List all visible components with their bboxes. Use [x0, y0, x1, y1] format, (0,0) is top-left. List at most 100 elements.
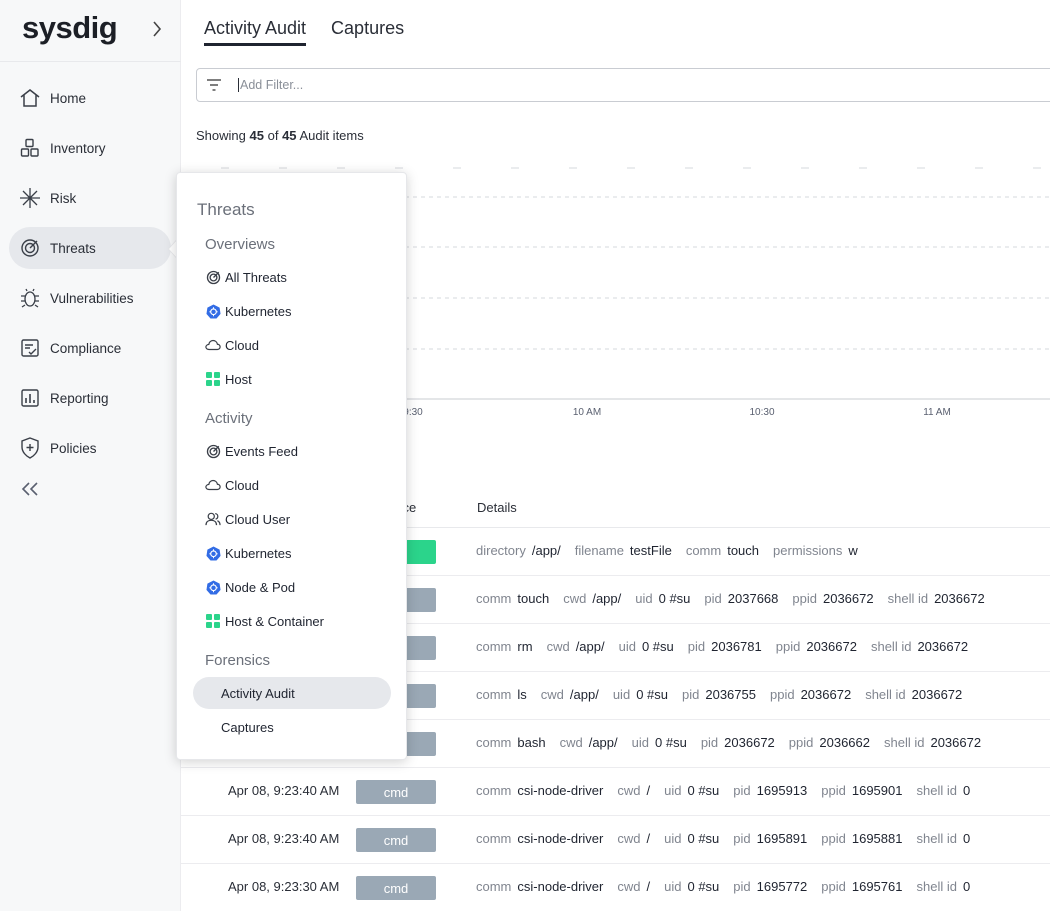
filter-input[interactable]	[238, 78, 938, 92]
detail-key: uid	[618, 639, 636, 654]
menu-item-label: Cloud User	[225, 511, 291, 527]
chart-x-tick-label: 10:30	[749, 407, 774, 418]
detail-key: cwd	[540, 687, 564, 702]
detail-key: cwd	[563, 591, 587, 606]
tab-captures[interactable]: Captures	[331, 0, 404, 46]
sidebar-item-vulnerabilities[interactable]: Vulnerabilities	[9, 277, 171, 319]
detail-value: 0 #su	[687, 879, 720, 894]
detail-value: 1695772	[756, 879, 808, 894]
detail-key: shell id	[865, 687, 906, 702]
chart-x-tick-label: 10 AM	[573, 407, 601, 418]
sidebar-item-home[interactable]: Home	[9, 77, 171, 119]
column-header-details[interactable]: Details	[477, 500, 517, 515]
row-details: comm csi-node-driver cwd / uid 0 #su pid 169589…	[476, 831, 984, 846]
sidebar-item-label: Risk	[50, 190, 77, 206]
detail-key: comm	[476, 735, 512, 750]
tab-bar: Activity Audit Captures	[204, 0, 429, 60]
host-icon	[205, 371, 221, 387]
filter-icon[interactable]	[206, 78, 224, 92]
chevron-right-icon[interactable]	[148, 19, 166, 39]
detail-value: w	[848, 543, 858, 558]
detail-value: 2036672	[911, 687, 963, 702]
sidebar-item-label: Threats	[50, 240, 96, 256]
detail-value: testFile	[629, 543, 672, 558]
detail-value: 0	[962, 783, 971, 798]
detail-key: comm	[476, 591, 512, 606]
inventory-icon	[19, 137, 41, 159]
detail-key: comm	[476, 783, 512, 798]
detail-value: 1695913	[756, 783, 808, 798]
table-row[interactable]: Apr 08, 9:23:30 AM cmd comm csi-node-driver…	[181, 864, 1050, 911]
detail-key: uid	[664, 783, 682, 798]
menu-item-node-pod[interactable]: Node & Pod	[205, 576, 295, 598]
summary-suffix: Audit items	[299, 128, 364, 143]
detail-value: csi-node-driver	[517, 879, 604, 894]
sidebar-item-reporting[interactable]: Reporting	[9, 377, 171, 419]
detail-key: ppid	[775, 639, 801, 654]
detail-value: /app/	[575, 639, 605, 654]
table-row[interactable]: Apr 08, 9:23:40 AM cmd comm csi-node-driver…	[181, 816, 1050, 864]
sidebar-item-threats[interactable]: Threats	[9, 227, 171, 269]
detail-key: shell id	[870, 639, 912, 654]
menu-item-activity-kubernetes[interactable]: Kubernetes	[205, 542, 292, 564]
threats-icon	[205, 443, 221, 459]
sidebar-item-label: Home	[50, 90, 87, 106]
detail-value: 2036672	[822, 591, 874, 606]
menu-item-activity-cloud[interactable]: Cloud	[205, 474, 259, 496]
menu-item-events-feed[interactable]: Events Feed	[205, 440, 298, 462]
menu-item-host[interactable]: Host	[205, 368, 252, 390]
detail-key: cwd	[617, 831, 641, 846]
detail-value: 2036672	[934, 591, 985, 606]
sidebar-item-compliance[interactable]: Compliance	[9, 327, 171, 369]
detail-value: 1695761	[851, 879, 903, 894]
detail-key: uid	[631, 735, 649, 750]
table-row[interactable]: Apr 08, 9:23:40 AM cmd comm csi-node-driver…	[181, 768, 1050, 816]
chart-x-tick-label: 11 AM	[923, 407, 951, 418]
detail-key: ppid	[821, 783, 846, 798]
tab-activity-audit[interactable]: Activity Audit	[204, 0, 307, 46]
sysdig-logo[interactable]: sysdig	[22, 10, 118, 46]
row-details: comm rm cwd/app/uid 0 #su pid 2036781 ppid 2036…	[476, 639, 982, 654]
sidebar-item-policies[interactable]: Policies	[9, 427, 171, 469]
detail-value: 1695901	[851, 783, 903, 798]
summary-of: of	[267, 128, 279, 143]
detail-value: 1695891	[756, 831, 808, 846]
menu-item-label: Events Feed	[225, 443, 298, 459]
filter-bar[interactable]	[196, 68, 1050, 102]
menu-item-captures[interactable]: Captures	[193, 711, 391, 743]
detail-key: ppid	[821, 831, 846, 846]
kubernetes-icon	[205, 579, 221, 595]
menu-item-activity-audit[interactable]: Activity Audit	[193, 677, 391, 709]
row-details: comm bash cwd/app/uid 0 #su pid 2036672 ppid 20…	[476, 735, 995, 750]
risk-icon	[19, 187, 41, 209]
menu-item-all-threats[interactable]: All Threats	[205, 266, 287, 288]
summary-shown-count: 45	[249, 128, 264, 143]
detail-value: 2036672	[800, 687, 852, 702]
menu-item-label: Node & Pod	[225, 579, 296, 595]
detail-value: 2036662	[819, 735, 870, 750]
detail-key: comm	[476, 639, 512, 654]
source-badge: cmd	[356, 876, 436, 900]
double-chevron-left-icon[interactable]	[19, 479, 41, 499]
menu-item-cloud[interactable]: Cloud	[205, 334, 259, 356]
detail-key: pid	[700, 735, 719, 750]
menu-item-label: Cloud	[225, 477, 259, 493]
detail-key: cwd	[546, 639, 570, 654]
menu-item-kubernetes[interactable]: Kubernetes	[205, 300, 292, 322]
sidebar-item-risk[interactable]: Risk	[9, 177, 171, 219]
reporting-icon	[19, 387, 41, 409]
detail-key: comm	[476, 879, 512, 894]
menu-item-cloud-user[interactable]: Cloud User	[205, 508, 290, 530]
threats-icon	[19, 237, 41, 259]
sidebar-item-inventory[interactable]: Inventory	[9, 127, 171, 169]
detail-value: bash	[517, 735, 546, 750]
home-icon	[19, 87, 41, 109]
source-badge: cmd	[356, 828, 436, 852]
menu-item-label: Cloud	[225, 337, 259, 353]
detail-value: /	[646, 831, 651, 846]
detail-value: /	[646, 783, 651, 798]
menu-item-label: Host & Container	[225, 613, 324, 629]
detail-key: comm	[685, 543, 722, 558]
menu-item-host-container[interactable]: Host & Container	[205, 610, 324, 632]
summary-total-count: 45	[282, 128, 297, 143]
